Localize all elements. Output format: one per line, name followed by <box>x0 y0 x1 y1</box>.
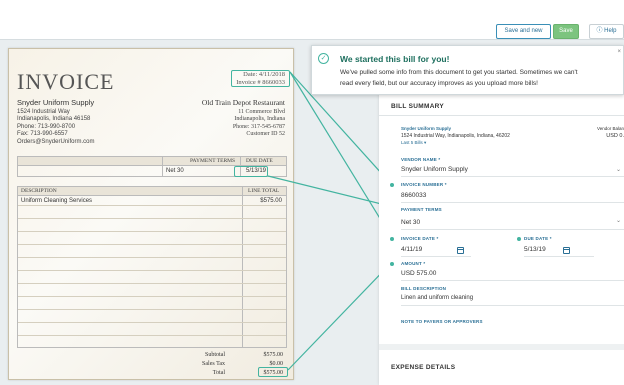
toast-title: We started this bill for you! <box>340 54 450 64</box>
bill-summary-header: BILL SUMMARY <box>391 103 445 110</box>
amount-connector <box>287 261 393 371</box>
vendor-balance-value: USD 0. <box>606 133 624 139</box>
bill-description-field[interactable]: Linen and uniform cleaning <box>401 295 473 301</box>
chevron-down-icon[interactable]: ⌄ <box>616 217 621 224</box>
vendor-name-field[interactable]: Snyder Uniform Supply <box>401 166 468 173</box>
amount-label: AMOUNT * <box>401 261 426 266</box>
vendor-title[interactable]: Snyder Uniform Supply <box>401 126 451 131</box>
toast-message-line2: read every field, but our accuracy impro… <box>340 80 538 87</box>
payment-terms-label: PAYMENT TERMS <box>401 207 442 212</box>
invoice-date-field[interactable]: 4/11/19 <box>401 246 422 253</box>
last-bills-link[interactable]: Last 5 Bills ▾ <box>401 140 426 146</box>
calendar-icon[interactable] <box>457 247 464 254</box>
invoice-date-connector <box>289 71 393 239</box>
invoice-date-label: INVOICE DATE * <box>401 236 439 241</box>
vendor-address: 1524 Industrial Way, Indianapolis, India… <box>401 133 510 139</box>
invoice-number-field[interactable]: 8660033 <box>401 192 426 199</box>
toast-message: We've pulled some info from this documen… <box>340 67 578 89</box>
close-icon[interactable]: × <box>617 49 621 55</box>
bill-summary-panel: BILL SUMMARY Snyder Uniform Supply 1524 … <box>379 82 624 385</box>
toast-message-line1: We've pulled some info from this documen… <box>340 69 578 76</box>
bill-description-label: BILL DESCRIPTION <box>401 286 447 291</box>
check-circle-icon: ✓ <box>318 53 329 64</box>
invoice-number-label: INVOICE NUMBER * <box>401 182 447 187</box>
autofill-toast: ✓ We started this bill for you! We've pu… <box>311 45 624 95</box>
vendor-name-label: VENDOR NAME * <box>401 157 441 162</box>
calendar-icon[interactable] <box>563 247 570 254</box>
note-to-payers-link[interactable]: NOTE TO PAYERS OR APPROVERS <box>401 319 483 324</box>
expense-details-header: EXPENSE DETAILS <box>391 364 456 371</box>
due-date-label: DUE DATE * <box>524 236 552 241</box>
due-date-field[interactable]: 5/13/19 <box>524 246 546 253</box>
payment-terms-select[interactable]: Net 30 <box>401 219 420 226</box>
chevron-down-icon[interactable]: ⌄ <box>616 166 621 173</box>
vendor-balance-label: Vendor Balan <box>596 126 624 131</box>
amount-field[interactable]: USD 575.00 <box>401 270 436 277</box>
